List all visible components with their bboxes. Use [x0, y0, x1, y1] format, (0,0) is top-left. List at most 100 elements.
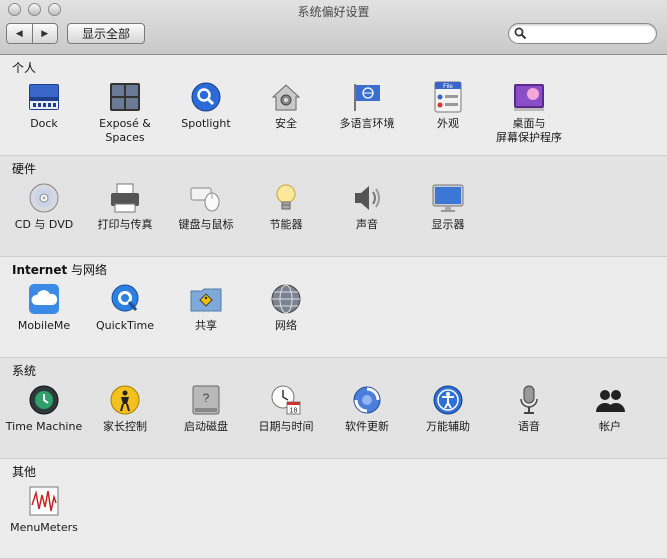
- pref-pane-expose-spaces[interactable]: Exposé & Spaces: [85, 81, 165, 151]
- svg-text:File: File: [443, 84, 453, 90]
- search-icon: [514, 27, 527, 40]
- pref-pane-label: Time Machine: [5, 420, 83, 433]
- pref-pane-time-machine[interactable]: Time Machine: [4, 384, 84, 454]
- pref-pane-display[interactable]: 显示器: [408, 182, 488, 252]
- parental-controls-icon: [109, 384, 141, 416]
- printer-icon: [109, 182, 141, 214]
- pref-pane-label: CD 与 DVD: [14, 218, 74, 231]
- date-time-icon: 18: [270, 384, 302, 416]
- microphone-icon: [513, 384, 545, 416]
- pref-pane-international-flag[interactable]: 多语言环境: [327, 81, 407, 151]
- section-title-text: 硬件: [12, 162, 37, 176]
- section-4: 其他 MenuMeters: [0, 459, 667, 559]
- svg-text:?: ?: [203, 391, 210, 405]
- pref-pane-label: 启动磁盘: [184, 420, 228, 433]
- security-house-icon: [270, 81, 302, 113]
- speaker-icon: [351, 182, 383, 214]
- section-title: 其他: [12, 463, 36, 480]
- forward-button[interactable]: ▶: [31, 24, 58, 43]
- pref-pane-security-house[interactable]: 安全: [246, 81, 326, 151]
- pref-pane-label: MenuMeters: [10, 521, 78, 534]
- pref-pane-label: 节能器: [269, 218, 303, 231]
- cd-dvd-icon: [28, 182, 60, 214]
- search-input[interactable]: [529, 26, 653, 43]
- pref-pane-cloud[interactable]: MobileMe: [4, 283, 84, 353]
- pref-pane-label: 帐户: [599, 420, 621, 433]
- pref-pane-microphone[interactable]: 语音: [489, 384, 569, 454]
- back-button[interactable]: ◀: [7, 24, 32, 43]
- section-title-text: 个人: [12, 61, 37, 75]
- pref-pane-appearance[interactable]: File 外观: [408, 81, 488, 151]
- pref-pane-lightbulb[interactable]: 节能器: [246, 182, 326, 252]
- pref-pane-label: 共享: [195, 319, 217, 332]
- pref-pane-label: 安全: [275, 117, 297, 130]
- section-0: 个人 Dock Exposé & Spaces Spotlight 安全 多语言环境 Fil…: [0, 55, 667, 156]
- section-title: 系统: [12, 362, 36, 379]
- window-title: 系统偏好设置: [297, 5, 370, 19]
- section-3: 系统 Time Machine 家长控制? 启动磁盘 18 日期与时间 软件更新 万能辅助 语音…: [0, 358, 667, 459]
- time-machine-icon: [28, 384, 60, 416]
- pref-pane-label: QuickTime: [95, 319, 155, 332]
- pref-pane-cd-dvd[interactable]: CD 与 DVD: [4, 182, 84, 252]
- pref-pane-speaker[interactable]: 声音: [327, 182, 407, 252]
- pref-pane-label: 多语言环境: [339, 117, 395, 130]
- pref-pane-accessibility[interactable]: 万能辅助: [408, 384, 488, 454]
- pref-pane-label: Exposé & Spaces: [99, 117, 151, 144]
- pref-pane-date-time[interactable]: 18 日期与时间: [246, 384, 326, 454]
- dock-icon: [28, 81, 60, 113]
- quicktime-icon: [109, 283, 141, 315]
- pref-pane-keyboard-mouse[interactable]: 键盘与鼠标: [166, 182, 246, 252]
- pref-pane-accounts[interactable]: 帐户: [570, 384, 650, 454]
- pref-pane-label: 外观: [437, 117, 459, 130]
- search-field[interactable]: [508, 23, 657, 44]
- nav-segmented-control: ◀ ▶: [6, 23, 58, 44]
- display-icon: [432, 182, 464, 214]
- section-2: Internet 与网络 MobileMe QuickTime 共享 网络: [0, 257, 667, 358]
- svg-text:18: 18: [290, 408, 298, 415]
- accessibility-icon: [432, 384, 464, 416]
- expose-spaces-icon: [109, 81, 141, 113]
- pref-pane-spotlight[interactable]: Spotlight: [166, 81, 246, 151]
- pref-pane-label: 显示器: [431, 218, 465, 231]
- section-title: 硬件: [12, 160, 36, 177]
- pref-pane-label: 万能辅助: [426, 420, 470, 433]
- pref-pane-label: 打印与传真: [97, 218, 153, 231]
- section-title-text: 其他: [12, 465, 37, 479]
- startup-disk-icon: ?: [190, 384, 222, 416]
- section-title-bold: Internet: [12, 263, 68, 277]
- pref-pane-software-update[interactable]: 软件更新: [327, 384, 407, 454]
- pref-pane-label: 桌面与 屏幕保护程序: [496, 117, 562, 144]
- pref-pane-startup-disk[interactable]: ? 启动磁盘: [166, 384, 246, 454]
- pref-pane-sharing-folder[interactable]: 共享: [166, 283, 246, 353]
- show-all-button[interactable]: 显示全部: [67, 23, 145, 44]
- desktop-screensaver-icon: [513, 81, 545, 113]
- software-update-icon: [351, 384, 383, 416]
- section-title: 个人: [12, 59, 36, 76]
- pref-pane-quicktime[interactable]: QuickTime: [85, 283, 165, 353]
- keyboard-mouse-icon: [190, 182, 222, 214]
- pref-pane-parental-controls[interactable]: 家长控制: [85, 384, 165, 454]
- pref-pane-dock[interactable]: Dock: [4, 81, 84, 151]
- pref-pane-label: Dock: [30, 117, 58, 130]
- pref-pane-network-globe[interactable]: 网络: [246, 283, 326, 353]
- section-1: 硬件 CD 与 DVD 打印与传真 键盘与鼠标 节能器 声音 显示器: [0, 156, 667, 257]
- pref-pane-menumeters[interactable]: MenuMeters: [4, 485, 84, 555]
- pref-pane-label: Spotlight: [181, 117, 231, 130]
- pref-pane-label: 声音: [356, 218, 378, 231]
- appearance-icon: File: [432, 81, 464, 113]
- pref-pane-desktop-screensaver[interactable]: 桌面与 屏幕保护程序: [489, 81, 569, 151]
- back-arrow-icon: ◀: [15, 28, 23, 39]
- accounts-icon: [594, 384, 626, 416]
- international-flag-icon: [351, 81, 383, 113]
- forward-arrow-icon: ▶: [41, 28, 49, 39]
- cloud-icon: [28, 283, 60, 315]
- network-globe-icon: [270, 283, 302, 315]
- pref-pane-printer[interactable]: 打印与传真: [85, 182, 165, 252]
- pref-pane-label: MobileMe: [17, 319, 71, 332]
- pref-pane-label: 日期与时间: [258, 420, 314, 433]
- menumeters-icon: [28, 485, 60, 517]
- pref-pane-label: 键盘与鼠标: [178, 218, 234, 231]
- pref-pane-label: 网络: [275, 319, 297, 332]
- sharing-folder-icon: [190, 283, 222, 315]
- lightbulb-icon: [270, 182, 302, 214]
